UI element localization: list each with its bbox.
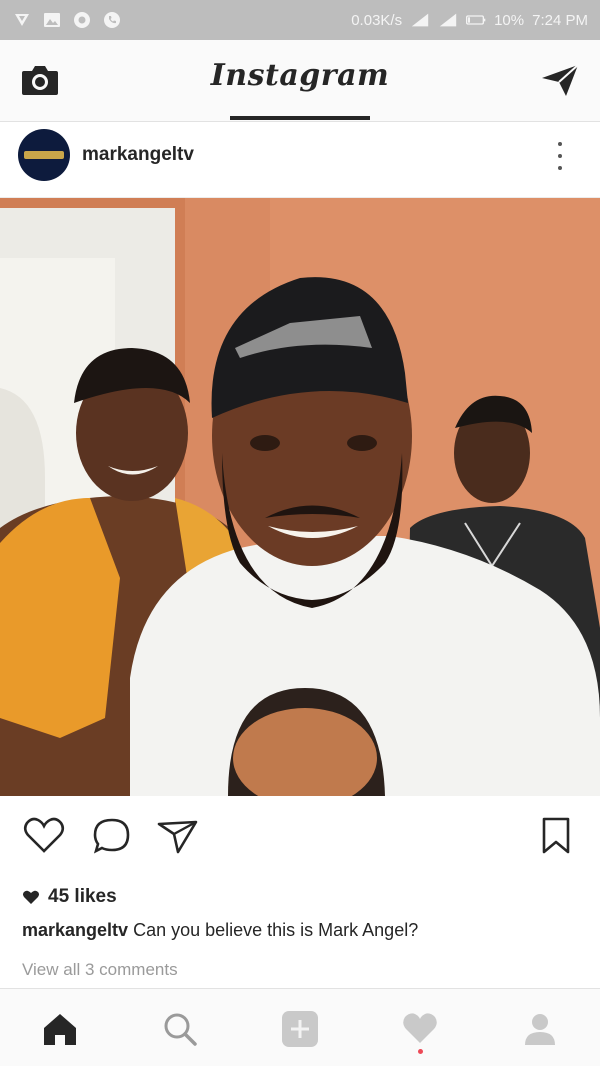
likes-text: 45 likes bbox=[48, 886, 117, 907]
caption-username[interactable]: markangeltv bbox=[22, 920, 128, 940]
notification-dot bbox=[418, 1049, 423, 1054]
avatar-logo bbox=[24, 151, 64, 159]
phone-icon bbox=[102, 10, 122, 30]
likes-count[interactable]: 45 likes bbox=[22, 886, 117, 908]
search-icon[interactable] bbox=[158, 1007, 202, 1051]
app-header: Instagram bbox=[0, 40, 600, 122]
browser-icon bbox=[72, 10, 92, 30]
status-left-icons bbox=[12, 10, 122, 30]
app-logo: Instagram bbox=[210, 58, 390, 93]
battery-icon bbox=[466, 10, 486, 30]
activity-icon[interactable] bbox=[398, 1007, 442, 1051]
post-caption: markangeltv Can you believe this is Mark… bbox=[22, 920, 418, 941]
image-icon bbox=[42, 10, 62, 30]
signal-icon bbox=[438, 10, 458, 30]
comment-icon[interactable] bbox=[90, 814, 134, 858]
profile-icon[interactable] bbox=[518, 1007, 562, 1051]
signal-icon bbox=[410, 10, 430, 30]
view-comments-link[interactable]: View all 3 comments bbox=[22, 960, 178, 980]
bookmark-icon[interactable] bbox=[534, 814, 578, 858]
logo-underline bbox=[230, 116, 370, 120]
battery-level: 10% bbox=[494, 11, 525, 29]
share-icon[interactable] bbox=[156, 814, 200, 858]
status-bar: 0.03K/s 10% 7:24 PM bbox=[0, 0, 600, 40]
more-options-icon[interactable] bbox=[550, 140, 570, 172]
caption-text: Can you believe this is Mark Angel? bbox=[128, 920, 419, 940]
post-header: markangeltv bbox=[0, 122, 600, 198]
vpn-icon bbox=[12, 10, 32, 30]
status-right: 0.03K/s 10% 7:24 PM bbox=[351, 10, 588, 30]
clock: 7:24 PM bbox=[532, 11, 588, 29]
data-rate: 0.03K/s bbox=[351, 11, 403, 29]
post-actions bbox=[0, 796, 600, 876]
post-username[interactable]: markangeltv bbox=[82, 144, 194, 166]
post-photo[interactable] bbox=[0, 198, 600, 796]
avatar[interactable] bbox=[18, 129, 70, 181]
bottom-nav bbox=[0, 988, 600, 1066]
direct-message-icon[interactable] bbox=[540, 62, 580, 98]
add-post-icon[interactable] bbox=[278, 1007, 322, 1051]
like-icon[interactable] bbox=[22, 814, 66, 858]
heart-small-icon bbox=[23, 890, 39, 904]
home-icon[interactable] bbox=[38, 1007, 82, 1051]
